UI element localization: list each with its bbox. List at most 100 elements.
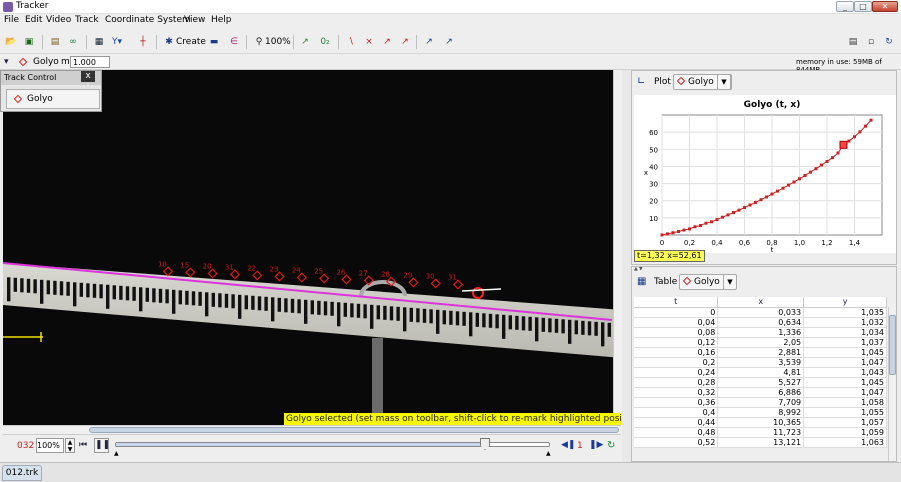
open-video-icon[interactable]: ▤ (48, 34, 62, 50)
clip-settings-icon[interactable]: ▦ (92, 34, 106, 50)
table-cell-x[interactable]: 0,634 (717, 317, 805, 328)
create-track-icon[interactable]: ✱ (162, 34, 176, 50)
maximize-button[interactable]: □ (854, 1, 872, 12)
table-cell-t[interactable]: 0,12 (634, 337, 719, 348)
save-icon[interactable]: ▣ (22, 34, 36, 50)
table-cell-t[interactable]: 0,44 (634, 417, 719, 428)
table-row[interactable]: 0,4 8,992 1,055 (634, 407, 887, 418)
open-folder-icon[interactable]: 📂 (4, 34, 18, 50)
table-cell-y[interactable]: 1,032 (803, 317, 887, 328)
table-cell-y[interactable]: 1,037 (803, 337, 887, 348)
menu-help[interactable]: Help (211, 15, 232, 25)
position-icon[interactable]: × (362, 34, 376, 50)
start-marker-icon[interactable]: ▲ (114, 450, 119, 457)
table-row[interactable]: 0,04 0,634 1,032 (634, 317, 887, 328)
rewind-icon[interactable]: ⏮ (79, 440, 89, 452)
frame-slider[interactable] (115, 438, 550, 450)
page-icon[interactable]: ▫ (864, 34, 878, 50)
table-cell-t[interactable]: 0,28 (634, 377, 719, 388)
menu-track[interactable]: Track (75, 15, 99, 25)
table-cell-x[interactable]: 7,709 (717, 397, 805, 408)
pause-button[interactable]: ❚❚ (94, 438, 110, 453)
menu-view[interactable]: View (184, 15, 205, 25)
plot-dropdown-icon[interactable]: ▼ (717, 74, 731, 90)
table-row[interactable]: 0,24 4,81 1,043 (634, 367, 887, 378)
table-cell-t[interactable]: 0 (634, 307, 719, 318)
column-header-x[interactable]: x (717, 297, 805, 308)
table-cell-x[interactable]: 13,121 (717, 437, 805, 448)
table-cell-y[interactable]: 1,035 (803, 307, 887, 318)
create-button[interactable]: Create (176, 34, 206, 50)
table-cell-x[interactable]: 5,527 (717, 377, 805, 388)
refresh-icon[interactable]: ↻ (882, 34, 896, 50)
xmass-icon[interactable]: ↗ (422, 34, 436, 50)
track-control-golyo-button[interactable]: Golyo (6, 89, 100, 109)
table-cell-x[interactable]: 10,365 (717, 417, 805, 428)
video-canvas[interactable]: 18 15 20 31 22 23 24 25 26 27 28 29 30 31 (3, 70, 622, 425)
table-cell-t[interactable]: 0,24 (634, 367, 719, 378)
table-cell-t[interactable]: 0,4 (634, 407, 719, 418)
momentum-icon[interactable]: ↗ (442, 34, 456, 50)
notes-icon[interactable]: ▤ (846, 34, 860, 50)
table-cell-t[interactable]: 0,16 (634, 347, 719, 358)
table-cell-x[interactable]: 2,881 (717, 347, 805, 358)
zoom-level[interactable]: 100% (265, 34, 291, 50)
data-table[interactable]: t x y 0 0,033 1,035 0,04 0,634 1,032 0,08 1,336… (634, 297, 887, 448)
table-cell-y[interactable]: 1,055 (803, 407, 887, 418)
step-forward-icon[interactable]: ❚▶ (589, 440, 603, 450)
table-cell-y[interactable]: 1,063 (803, 437, 887, 448)
video-horizontal-scrollbar[interactable] (3, 425, 621, 434)
table-row[interactable]: 0,48 11,723 1,059 (634, 427, 887, 438)
table-row[interactable]: 0 0,033 1,035 (634, 307, 887, 318)
table-tab-label[interactable]: Table (654, 277, 677, 287)
rate-spinner[interactable]: ▲ ▼ (65, 438, 75, 453)
table-cell-t[interactable]: 0,48 (634, 427, 719, 438)
table-cell-x[interactable]: 6,886 (717, 387, 805, 398)
column-header-t[interactable]: t (634, 297, 719, 308)
table-cell-y[interactable]: 1,058 (803, 397, 887, 408)
calibration-tools-icon[interactable]: Y▾ (110, 34, 124, 50)
table-scrollbar[interactable] (888, 307, 896, 461)
loop-icon[interactable]: ↻ (607, 440, 615, 451)
labels-icon[interactable]: 0₂ (318, 34, 332, 50)
table-row[interactable]: 0,2 3,539 1,047 (634, 357, 887, 368)
table-cell-y[interactable]: 1,047 (803, 357, 887, 368)
table-cell-y[interactable]: 1,057 (803, 417, 887, 428)
axes-icon[interactable]: ┼ (136, 34, 150, 50)
video-vertical-scrollbar[interactable] (613, 70, 622, 426)
plot-area[interactable]: Golyo (t, x) 10 20 30 40 50 60 0 0,2 0,4 0,6 0,8 1,0… (634, 95, 896, 254)
plot-tab-label[interactable]: Plot (654, 77, 671, 87)
track-list-icon[interactable]: ▬ (207, 34, 221, 50)
table-row[interactable]: 0,12 2,05 1,037 (634, 337, 887, 348)
close-window-button[interactable]: ✕ (872, 1, 898, 12)
table-row[interactable]: 0,36 7,709 1,058 (634, 397, 887, 408)
slider-thumb[interactable] (480, 438, 490, 450)
menu-coordinate-system[interactable]: Coordinate System (105, 15, 191, 25)
table-cell-t[interactable]: 0,52 (634, 437, 719, 448)
table-row[interactable]: 0,08 1,336 1,034 (634, 327, 887, 338)
file-tab[interactable]: 012.trk (2, 465, 42, 481)
end-marker-icon[interactable]: ▲ (546, 450, 551, 457)
table-cell-y[interactable]: 1,034 (803, 327, 887, 338)
mass-field[interactable] (70, 56, 110, 68)
acceleration-icon[interactable]: ↗ (398, 34, 412, 50)
panel-splitter[interactable] (622, 70, 631, 462)
trails-icon[interactable]: ↗ (298, 34, 312, 50)
velocity-icon[interactable]: ↗ (380, 34, 394, 50)
table-cell-y[interactable]: 1,045 (803, 377, 887, 388)
menu-edit[interactable]: Edit (25, 15, 42, 25)
table-row[interactable]: 0,44 10,365 1,057 (634, 417, 887, 428)
table-cell-t[interactable]: 0,36 (634, 397, 719, 408)
table-cell-x[interactable]: 8,992 (717, 407, 805, 418)
table-cell-t[interactable]: 0,08 (634, 327, 719, 338)
step-back-icon[interactable]: ◀❚ (561, 440, 575, 450)
minimize-button[interactable]: _ (836, 1, 854, 12)
table-cell-x[interactable]: 1,336 (717, 327, 805, 338)
table-row[interactable]: 0,16 2,881 1,045 (634, 347, 887, 358)
table-cell-y[interactable]: 1,059 (803, 427, 887, 438)
table-row[interactable]: 0,28 5,527 1,045 (634, 377, 887, 388)
playback-rate-field[interactable] (36, 438, 64, 453)
track-control-close-button[interactable]: x (81, 71, 95, 82)
menu-file[interactable]: File (4, 15, 19, 25)
column-header-y[interactable]: y (803, 297, 887, 308)
